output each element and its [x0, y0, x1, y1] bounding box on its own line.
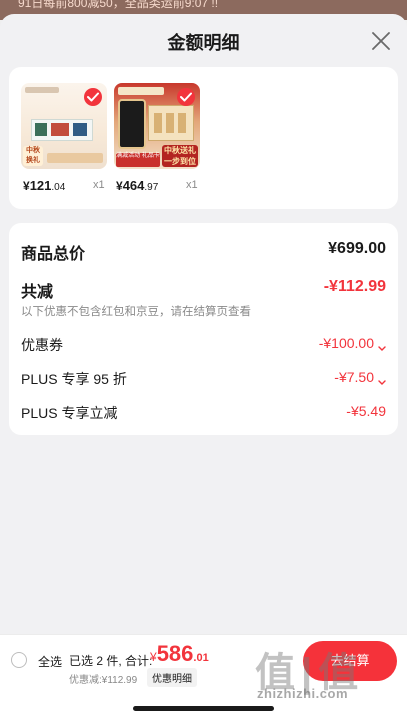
brand-logo-icon	[25, 87, 59, 93]
price-integer: 121	[29, 178, 52, 193]
selected-check-icon[interactable]	[84, 88, 102, 106]
discount-row-plus-reduce: PLUS 专享立减 -¥5.49	[21, 403, 386, 423]
discount-value: -¥7.50	[334, 369, 374, 385]
product-quantity: x1	[186, 179, 198, 191]
selected-check-icon[interactable]	[177, 88, 195, 106]
thumb-tag: 中秋换礼	[23, 146, 43, 166]
total-integer: 586	[156, 641, 194, 666]
discount-amount: 优惠减:¥112.99	[69, 675, 138, 686]
chevron-down-icon[interactable]	[378, 373, 386, 391]
product-list-card: 中秋换礼 ¥121.04 x1 满减活动 礼品卡 中秋送礼 一步到位 ¥464.…	[9, 67, 398, 209]
reduce-note-row: 以下优惠不包含红包和京豆，请在结算页查看	[21, 303, 386, 319]
checkout-button[interactable]: 去结算	[303, 641, 397, 681]
background-promo-text: 91日每前800减50，全品类运前9:07 !!	[18, 0, 219, 10]
total-reduce-label: 共减	[21, 284, 54, 301]
total-amount: ¥586.01	[150, 641, 209, 667]
discount-value: -¥5.49	[346, 403, 386, 419]
thumb-tag: 中秋送礼 一步到位	[162, 145, 198, 167]
total-reduce-row: 共减 -¥112.99	[21, 278, 386, 301]
price-currency: ¥	[23, 179, 30, 193]
sheet-title: 金额明细	[167, 33, 240, 53]
product-pack-icon	[166, 113, 174, 133]
total-reduce-value: -¥112.99	[323, 278, 386, 295]
selected-summary: 已选 2 件, 合计:	[69, 654, 153, 668]
product-pack-icon	[73, 123, 87, 136]
select-all-label[interactable]: 全选	[38, 653, 62, 670]
product-price: ¥121.04	[23, 178, 65, 193]
discount-row-coupon[interactable]: 优惠券 -¥100.00	[21, 335, 386, 355]
reduce-note: 以下优惠不包含红包和京豆，请在结算页查看	[21, 306, 251, 318]
price-decimal: .04	[51, 182, 66, 193]
product-pack-icon	[178, 113, 186, 133]
product-pack-icon	[154, 113, 162, 133]
phone-icon	[118, 99, 146, 149]
thumb-banner	[47, 153, 103, 163]
product-item[interactable]: 满减活动 礼品卡 中秋送礼 一步到位 ¥464.97 x1	[114, 83, 200, 193]
price-breakdown-card: 商品总价 ¥699.00 共减 -¥112.99 以下优惠不包含红包和京豆，请在…	[9, 223, 398, 435]
close-icon[interactable]	[369, 29, 393, 53]
thumb-banner: 满减活动 礼品卡	[116, 153, 160, 167]
product-price: ¥464.97	[116, 178, 158, 193]
product-quantity: x1	[93, 179, 105, 191]
product-pack-icon	[35, 123, 47, 136]
price-decimal: .97	[144, 182, 159, 193]
total-price-label: 商品总价	[21, 246, 86, 263]
amount-detail-sheet: 金额明细 中秋换礼 ¥121.04 x1 满减活动 礼品卡 中秋送礼 一步到位 …	[0, 14, 407, 634]
discount-value: -¥100.00	[318, 335, 374, 351]
total-decimal: .01	[193, 652, 209, 664]
product-item[interactable]: 中秋换礼 ¥121.04 x1	[21, 83, 107, 193]
product-thumbnail[interactable]: 满减活动 礼品卡 中秋送礼 一步到位	[114, 83, 200, 169]
discount-detail-button[interactable]: 优惠明细	[147, 668, 197, 687]
price-currency: ¥	[116, 179, 123, 193]
discount-row-plus-95[interactable]: PLUS 专享 95 折 -¥7.50	[21, 369, 386, 389]
product-thumbnail[interactable]: 中秋换礼	[21, 83, 107, 169]
select-all-radio[interactable]	[11, 652, 27, 668]
total-price-row: 商品总价 ¥699.00	[21, 240, 386, 263]
chevron-down-icon[interactable]	[378, 339, 386, 357]
total-price-value: ¥699.00	[328, 240, 386, 257]
total-currency: ¥	[150, 650, 157, 664]
home-indicator[interactable]	[133, 706, 274, 711]
discount-label: 优惠券	[21, 337, 63, 353]
discount-label: PLUS 专享 95 折	[21, 371, 127, 387]
brand-logo-icon	[118, 87, 164, 95]
price-integer: 464	[122, 178, 145, 193]
product-pack-icon	[51, 123, 69, 136]
discount-label: PLUS 专享立减	[21, 405, 118, 421]
